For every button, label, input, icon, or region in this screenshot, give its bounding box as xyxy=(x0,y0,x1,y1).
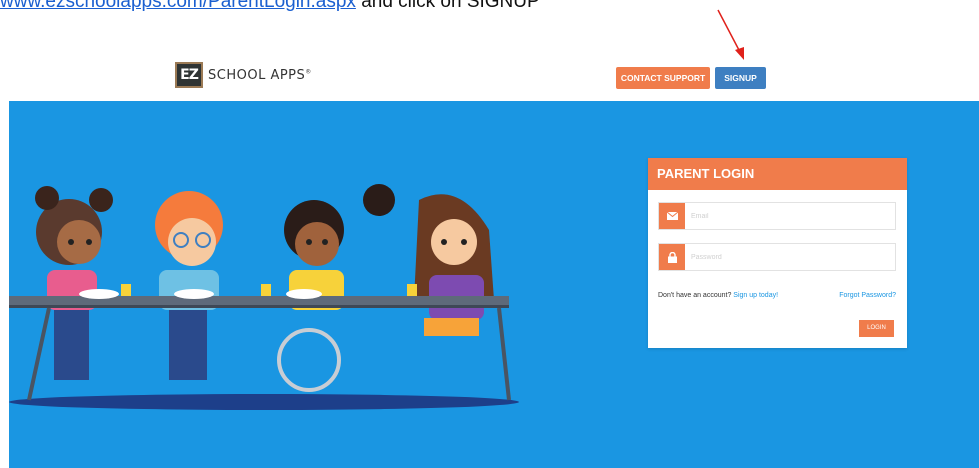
password-field[interactable] xyxy=(658,243,896,271)
signup-button[interactable]: SIGNUP xyxy=(715,67,766,89)
logo-mark: EZ xyxy=(175,62,203,88)
login-button[interactable]: LOGIN xyxy=(859,320,894,337)
parent-login-title: PARENT LOGIN xyxy=(648,158,907,190)
parent-login-panel: PARENT LOGIN Don't have an account? Sign… xyxy=(648,158,907,348)
envelope-icon xyxy=(659,203,685,229)
password-input[interactable] xyxy=(685,244,895,270)
instruction-suffix: and click on SIGNUP xyxy=(355,0,540,12)
contact-support-button[interactable]: CONTACT SUPPORT xyxy=(616,67,710,89)
signup-today-link[interactable]: Sign up today! xyxy=(733,292,778,299)
ez-school-apps-logo[interactable]: EZ SCHOOL APPS® xyxy=(175,62,312,88)
instruction-link[interactable]: www.ezschoolapps.com/ParentLogin.aspx xyxy=(0,0,356,12)
account-prompt: Don't have an account? Sign up today! xyxy=(658,292,778,299)
email-field[interactable] xyxy=(658,202,896,230)
lock-icon xyxy=(659,244,685,270)
annotation-arrow-icon xyxy=(717,9,744,60)
instruction-text: www.ezschoolapps.com/ParentLogin.aspx an… xyxy=(0,0,540,13)
account-prompt-text: Don't have an account? xyxy=(658,292,734,299)
forgot-password-link[interactable]: Forgot Password? xyxy=(839,292,896,299)
logo-text: SCHOOL APPS® xyxy=(208,67,312,83)
email-input[interactable] xyxy=(685,203,895,229)
kids-at-table-illustration xyxy=(9,184,519,410)
